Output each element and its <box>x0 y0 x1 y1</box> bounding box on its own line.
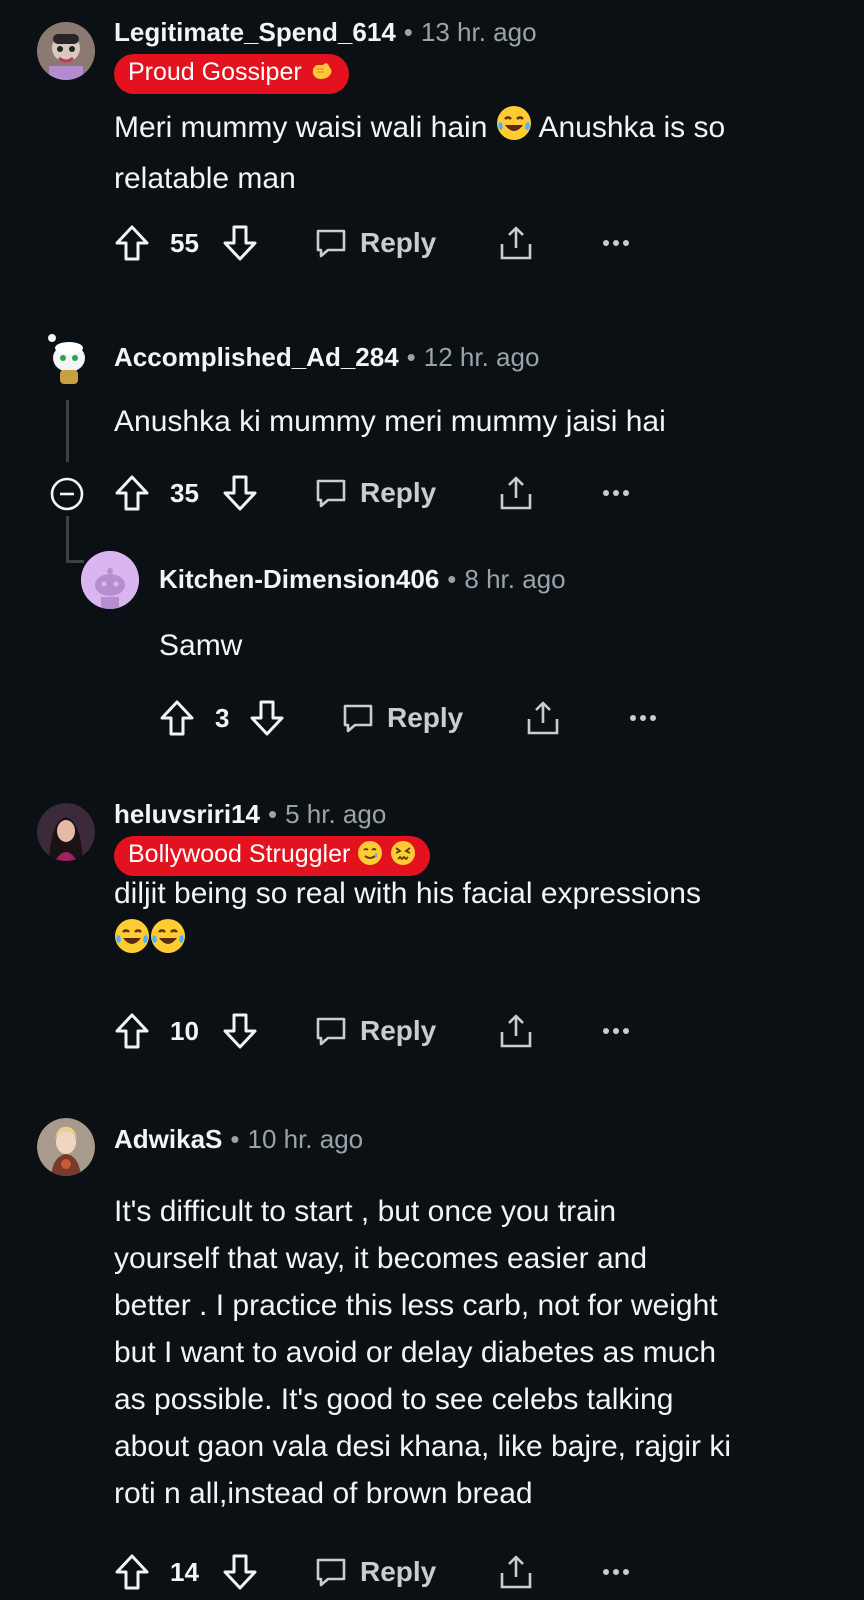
speech-bubble-icon <box>314 1014 348 1048</box>
timestamp: 8 hr. ago <box>464 564 566 594</box>
downvote-arrow-icon[interactable] <box>222 1552 258 1592</box>
comment-line: It's difficult to start , but once you t… <box>114 1195 617 1228</box>
timestamp: 12 hr. ago <box>423 342 540 372</box>
more-dots-icon[interactable] <box>602 1552 630 1592</box>
vote-count: 3 <box>215 702 230 733</box>
avatar[interactable] <box>37 1118 95 1176</box>
username[interactable]: Legitimate_Spend_614 • 13 hr. ago <box>114 17 537 48</box>
avatar[interactable] <box>37 803 95 861</box>
tears-of-joy-emoji-icon <box>114 918 150 968</box>
comment-line: yourself that way, it becomes easier and <box>114 1242 648 1275</box>
upvote-arrow-icon[interactable] <box>114 1552 150 1592</box>
share-icon[interactable] <box>498 1552 534 1592</box>
comment-actions: 14 Reply <box>114 1552 674 1592</box>
comment-actions: 55 Reply <box>114 223 674 263</box>
comment-actions: 35 Reply <box>114 473 674 513</box>
avatar[interactable] <box>81 551 139 609</box>
confounded-face-emoji-icon <box>390 840 416 874</box>
vote-count: 10 <box>170 1015 199 1046</box>
speech-bubble-icon <box>314 226 348 260</box>
comment-line: about gaon vala desi khana, like bajre, … <box>114 1430 732 1463</box>
smiling-with-tear-emoji-icon <box>357 840 383 874</box>
comment-body: Samw <box>159 629 243 662</box>
more-dots-icon[interactable] <box>602 1011 630 1051</box>
share-icon[interactable] <box>498 1011 534 1051</box>
reply-button[interactable]: Reply <box>314 1552 436 1592</box>
reply-button[interactable]: Reply <box>314 1011 436 1051</box>
user-flair: Proud Gossiper <box>114 54 349 94</box>
comment-actions: 3 Reply <box>159 698 719 738</box>
vote-count: 14 <box>170 1556 199 1587</box>
tears-of-joy-emoji-icon <box>496 105 532 155</box>
avatar[interactable] <box>37 22 95 80</box>
tears-of-joy-emoji-icon <box>150 918 186 968</box>
downvote-arrow-icon[interactable] <box>249 698 285 738</box>
upvote-arrow-icon[interactable] <box>114 1011 150 1051</box>
username[interactable]: Kitchen-Dimension406 • 8 hr. ago <box>159 564 566 595</box>
username[interactable]: heluvsriri14 • 5 hr. ago <box>114 799 386 830</box>
vote-count: 35 <box>170 477 199 508</box>
call-me-hand-icon <box>309 58 335 92</box>
more-dots-icon[interactable] <box>602 223 630 263</box>
more-dots-icon[interactable] <box>602 473 630 513</box>
comment-line: but I want to avoid or delay diabetes as… <box>114 1336 717 1369</box>
avatar[interactable] <box>40 328 98 386</box>
vote-count: 55 <box>170 227 199 258</box>
speech-bubble-icon <box>341 701 375 735</box>
timestamp: 5 hr. ago <box>285 799 387 829</box>
downvote-arrow-icon[interactable] <box>222 473 258 513</box>
username[interactable]: Accomplished_Ad_284 • 12 hr. ago <box>114 342 539 373</box>
comment-actions: 10 Reply <box>114 1011 674 1051</box>
thread-line <box>66 400 69 462</box>
thread-line-branch <box>66 560 84 563</box>
speech-bubble-icon <box>314 476 348 510</box>
reply-button[interactable]: Reply <box>314 223 436 263</box>
comment-line: as possible. It's good to see celebs tal… <box>114 1383 674 1416</box>
comment-body: diljit being so real with his facial exp… <box>114 870 834 968</box>
upvote-arrow-icon[interactable] <box>114 473 150 513</box>
comment-line: roti n all,instead of brown bread <box>114 1477 533 1510</box>
comment-line: better . I practice this less carb, not … <box>114 1289 718 1322</box>
timestamp: 10 hr. ago <box>247 1124 364 1154</box>
share-icon[interactable] <box>498 473 534 513</box>
downvote-arrow-icon[interactable] <box>222 223 258 263</box>
comment-body: Meri mummy waisi wali hain Anushka is so… <box>114 104 834 202</box>
share-icon[interactable] <box>525 698 561 738</box>
thread-line <box>66 516 69 562</box>
share-icon[interactable] <box>498 223 534 263</box>
comment-body: Anushka ki mummy meri mummy jaisi hai <box>114 405 666 438</box>
collapse-minus-icon[interactable] <box>49 476 85 512</box>
downvote-arrow-icon[interactable] <box>222 1011 258 1051</box>
comment-body: It's difficult to start , but once you t… <box>114 1188 844 1517</box>
username[interactable]: AdwikaS • 10 hr. ago <box>114 1124 363 1155</box>
upvote-arrow-icon[interactable] <box>114 223 150 263</box>
timestamp: 13 hr. ago <box>420 17 537 47</box>
reply-button[interactable]: Reply <box>341 698 463 738</box>
more-dots-icon[interactable] <box>629 698 657 738</box>
speech-bubble-icon <box>314 1555 348 1589</box>
reply-button[interactable]: Reply <box>314 473 436 513</box>
upvote-arrow-icon[interactable] <box>159 698 195 738</box>
